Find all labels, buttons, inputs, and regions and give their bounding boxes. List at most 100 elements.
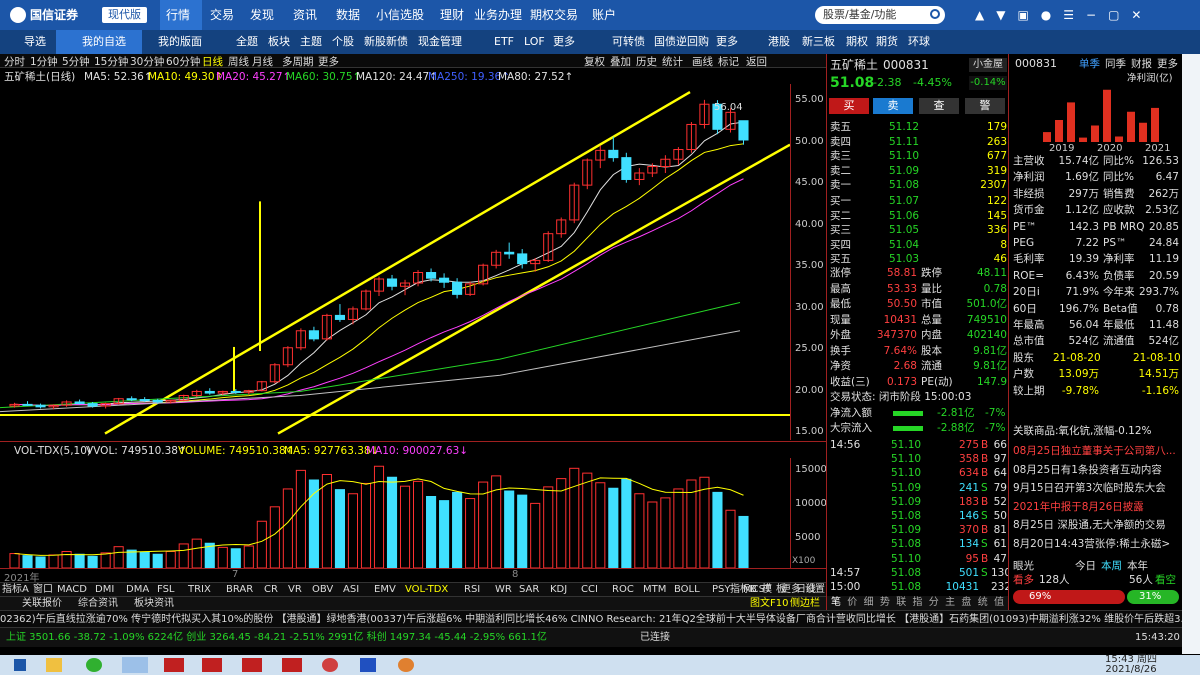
indicator-tab[interactable]: CCI [581, 583, 598, 597]
menu-item[interactable]: 发现 [250, 0, 274, 30]
toolbar-item[interactable]: 新股新债 [364, 30, 408, 54]
tick-tab[interactable]: 联 [896, 596, 906, 610]
menu-item[interactable]: 账户 [592, 0, 616, 30]
toolbar-item[interactable]: 可转债 [612, 30, 645, 54]
explorer-icon[interactable] [46, 658, 62, 672]
indicator-right[interactable]: 板 [776, 583, 786, 597]
indicator-tab[interactable]: MACD [57, 583, 87, 597]
toolbar-item[interactable]: 新三板 [802, 30, 835, 54]
sidebar-icon[interactable] [1183, 422, 1199, 438]
indicator-tab[interactable]: ASI [343, 583, 359, 597]
browser-icon[interactable] [398, 658, 414, 672]
news-item[interactable]: 2021年中报于8月26日披露 [1013, 500, 1179, 514]
toolbar-item[interactable]: LOF [524, 30, 545, 54]
period-10[interactable]: 更多 [318, 55, 339, 69]
chart-area[interactable]: 五矿稀土(日线) MA5: 52.36↑ MA10: 49.30↑ MA20: … [0, 54, 827, 610]
tick-tab[interactable]: 值 [994, 596, 1004, 610]
sidebar-icon[interactable] [1183, 562, 1199, 578]
sidebar-icon[interactable] [1183, 394, 1199, 410]
menu-item[interactable]: 行情 [166, 0, 190, 30]
volume-chart[interactable] [0, 458, 790, 568]
sidebar-icon[interactable] [1183, 198, 1199, 214]
edition-select[interactable]: 现代版 [102, 7, 147, 23]
chart-tool[interactable]: 复权 [584, 55, 605, 69]
indicator-tab[interactable]: 窗口 [33, 583, 53, 597]
chart-tool[interactable]: 标记 [718, 55, 739, 69]
search-input[interactable]: 股票/基金/功能 [815, 6, 945, 24]
app-icon-2[interactable] [202, 658, 222, 672]
buy-button[interactable]: 买 [829, 98, 869, 114]
sidebar-icon[interactable] [1183, 506, 1199, 522]
indicator-tab[interactable]: MTM [643, 583, 666, 597]
menu-item[interactable]: 交易 [210, 0, 234, 30]
toolbar-item[interactable]: 更多 [716, 30, 738, 54]
period-5[interactable]: 60分钟 [166, 55, 200, 69]
sidebar-icon[interactable] [1183, 226, 1199, 242]
sell-button[interactable]: 卖 [873, 98, 913, 114]
app-icon-3[interactable] [242, 658, 262, 672]
toolbar-item[interactable]: 我的版面 [158, 30, 202, 54]
indicator-tab[interactable]: CR [264, 583, 278, 597]
period-9[interactable]: 多周期 [282, 55, 314, 69]
indicator-tab[interactable]: KDJ [550, 583, 567, 597]
indicator-tab[interactable]: TRIX [188, 583, 211, 597]
menu-item[interactable]: 业务办理 [474, 0, 522, 30]
price-chart[interactable]: 56.04 [0, 84, 790, 440]
toolbar-item[interactable]: 港股 [768, 30, 790, 54]
windows-start-icon[interactable] [14, 659, 26, 671]
alert-button[interactable]: 警 [965, 98, 1005, 114]
sidebar-icon[interactable] [1183, 170, 1199, 186]
tick-tab[interactable]: 盘 [961, 596, 971, 610]
indicator-tab[interactable]: RSI [464, 583, 480, 597]
indicator-tab[interactable]: EMV [374, 583, 396, 597]
tick-tab[interactable]: 指 [913, 596, 923, 610]
tick-tab[interactable]: 细 [864, 596, 874, 610]
period-0[interactable]: 分时 [4, 55, 25, 69]
sidebar-icon[interactable] [1183, 142, 1199, 158]
news-item[interactable]: 08月25日有1条投资者互动内容 [1013, 463, 1179, 477]
period-7[interactable]: 周线 [228, 55, 249, 69]
bottom-tab[interactable]: 综合资讯 [78, 597, 118, 611]
sidebar-icon[interactable] [1183, 366, 1199, 382]
sidebar-icon[interactable] [1183, 338, 1199, 354]
indicator-tab[interactable]: FSL [157, 583, 175, 597]
chart-tool[interactable]: 返回 [746, 55, 767, 69]
active-app-icon[interactable] [122, 657, 148, 673]
f10-tab[interactable]: 财报 [1131, 57, 1152, 71]
indicator-tab[interactable]: SAR [519, 583, 539, 597]
period-6[interactable]: 日线 [202, 55, 223, 69]
bottom-tab[interactable]: 板块资讯 [134, 597, 174, 611]
news-item[interactable]: 08月25日独立董事关于公司第八... [1013, 444, 1179, 458]
f10-tab[interactable]: 单季 [1079, 57, 1100, 71]
indicator-right[interactable]: 模 [762, 583, 772, 597]
bottom-right-tab[interactable]: 图文F10 [750, 597, 788, 611]
sent-today[interactable]: 今日 [1075, 559, 1096, 573]
f10-tab[interactable]: 更多 [1157, 57, 1178, 71]
news-item[interactable]: 8月20日14:43营张停:稀土永磁> [1013, 537, 1179, 551]
search-icon[interactable] [930, 9, 940, 19]
tick-tab[interactable]: 统 [978, 596, 988, 610]
indicator-tab[interactable]: BOLL [674, 583, 700, 597]
period-3[interactable]: 15分钟 [94, 55, 128, 69]
sidebar-icon[interactable] [1183, 534, 1199, 550]
menu-item[interactable]: 小信选股 [376, 0, 424, 30]
app-icon-5[interactable] [322, 658, 338, 672]
menu-item[interactable]: 理财 [440, 0, 464, 30]
sidebar-icon[interactable] [1183, 86, 1199, 102]
app-icon-1[interactable] [164, 658, 184, 672]
bottom-right-tab[interactable]: 侧边栏 [790, 597, 820, 611]
news-item[interactable]: 9月15日召开第3次临时股东大会 [1013, 481, 1179, 495]
period-1[interactable]: 1分钟 [30, 55, 58, 69]
sent-week[interactable]: 本周 [1101, 559, 1122, 573]
sidebar-icon[interactable] [1183, 478, 1199, 494]
indicator-tab[interactable]: 指标A [2, 583, 29, 597]
indicator-tab[interactable]: DMI [95, 583, 114, 597]
tick-tab[interactable]: 分 [929, 596, 939, 610]
menu-item[interactable]: 期权交易 [530, 0, 578, 30]
toolbar-item[interactable]: ETF [494, 30, 514, 54]
sent-year[interactable]: 本年 [1127, 559, 1148, 573]
related-commodity[interactable]: 关联商品:氧化钪,涨幅-0.12% [1013, 424, 1152, 438]
chart-tool[interactable]: 叠加 [610, 55, 631, 69]
indicator-tab[interactable]: OBV [312, 583, 333, 597]
query-button[interactable]: 查 [919, 98, 959, 114]
